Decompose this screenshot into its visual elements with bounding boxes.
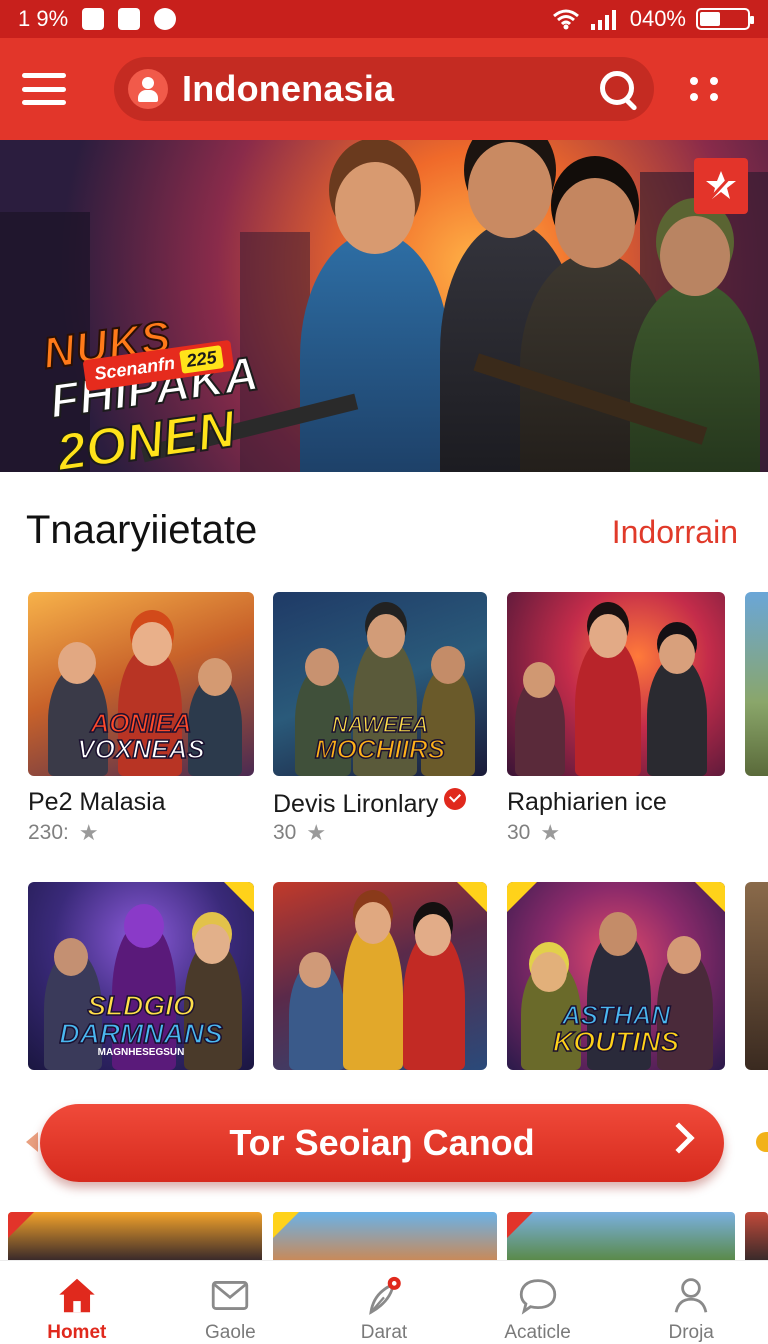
game-thumbnail[interactable]: AONIEA VOXNEAS [28, 592, 254, 776]
hero-tag-text: Scenanfn [93, 352, 177, 384]
hero-title: NUKS FHIPAKA 2ONEN [39, 298, 289, 472]
star-icon: ★ [540, 820, 561, 845]
game-thumbnail[interactable]: ASTHAN KOUTINS [507, 882, 725, 1070]
game-thumbnail[interactable]: SLDGIO DARMNANS MAGNHESEGSUN [28, 882, 254, 1070]
bottom-nav: Homet Gaole Darat Acaticle Droja [0, 1260, 768, 1344]
user-icon[interactable] [128, 69, 168, 109]
bookmark-star-icon[interactable] [694, 158, 748, 214]
game-card[interactable]: AONIEA VOXNEAS Pe2 Malasia 230: ★ [28, 592, 254, 845]
game-title[interactable]: Raphiarien ice [507, 788, 667, 817]
verified-icon [444, 788, 467, 810]
game-rating-value: 230: [28, 821, 69, 844]
signal-icon [590, 10, 616, 30]
notification-icon [82, 8, 105, 30]
nav-label: Droja [668, 1322, 714, 1343]
chevron-right-icon [663, 1122, 695, 1154]
section-see-all-link[interactable]: Indorrain [612, 514, 738, 551]
game-rating: 30 ★ [273, 820, 326, 846]
section-title: Tnaaryiietate [26, 508, 258, 552]
game-caption: ASTHAN KOUTINS [552, 1000, 680, 1057]
new-badge [457, 882, 487, 912]
status-time: 1 9% [18, 6, 69, 31]
nav-label: Homet [47, 1322, 107, 1343]
chat-bubble-icon [519, 1279, 556, 1315]
status-bar: 1 9% 040% [0, 0, 768, 38]
app-bar: Indonenasia [0, 38, 768, 140]
game-thumbnail-partial[interactable] [8, 1212, 262, 1260]
game-thumbnail-partial[interactable] [507, 1212, 735, 1260]
nav-label: Darat [360, 1322, 408, 1343]
game-thumbnail[interactable]: NAWEEA MOCHIIRS [273, 592, 487, 776]
new-badge [695, 882, 725, 912]
game-caption: AONIEA VOXNEAS [77, 708, 206, 764]
game-card[interactable] [273, 882, 487, 1070]
hot-badge [507, 882, 537, 912]
game-card[interactable]: Ba 110 [745, 592, 768, 776]
game-thumbnail[interactable] [507, 592, 725, 776]
game-caption: SLDGIO DARMNANS MAGNHESEGSUN [59, 990, 224, 1058]
game-rating-value: 30 [273, 821, 297, 844]
battery-icon [696, 8, 754, 30]
game-title[interactable]: Devis Lironlary [273, 788, 467, 819]
game-thumbnail-partial[interactable] [745, 1212, 768, 1260]
game-card[interactable]: ASTHAN KOUTINS [507, 882, 725, 1070]
game-card[interactable]: NAWEEA MOCHIIRS Devis Lironlary 30 ★ [273, 592, 487, 845]
app-screen: 1 9% 040% Indonenasia NUKS FHIPAKA 2ONEN… [0, 0, 768, 1344]
star-icon: ★ [78, 820, 99, 845]
cta-decoration [26, 1132, 38, 1152]
nav-item-write[interactable]: Darat [307, 1261, 461, 1344]
game-card[interactable]: Raphiarien ice 30 ★ [507, 592, 725, 845]
nav-item-mail[interactable]: Gaole [154, 1261, 308, 1344]
nav-item-home[interactable]: Homet [0, 1261, 154, 1344]
more-icon[interactable] [686, 69, 722, 109]
menu-icon[interactable] [20, 69, 68, 109]
game-rating: 30 ★ [507, 820, 560, 846]
wifi-icon [552, 9, 579, 30]
cta-button[interactable]: Tor Seoiaŋ Canod [40, 1104, 724, 1182]
game-thumbnail[interactable] [273, 882, 487, 1070]
profile-icon [674, 1278, 708, 1313]
game-title[interactable]: Pe2 Malasia [28, 788, 166, 817]
hero-tag-number: 225 [179, 345, 225, 374]
game-title-text: Devis Lironlary [273, 790, 439, 818]
game-rating: 230: ★ [28, 820, 99, 846]
shield-icon [118, 8, 141, 30]
game-rating-value: 30 [507, 821, 531, 844]
cta-decoration [756, 1132, 768, 1152]
nav-label: Acaticle [504, 1322, 571, 1343]
new-badge [224, 882, 254, 912]
game-thumbnail[interactable] [745, 592, 768, 776]
star-icon: ★ [306, 820, 327, 845]
game-caption: NAWEEA MOCHIIRS [314, 712, 446, 764]
nav-label: Gaole [205, 1322, 256, 1343]
game-card[interactable]: SLDGIO DARMNANS MAGNHESEGSUN [28, 882, 254, 1070]
search-icon[interactable] [596, 67, 640, 111]
emoji-icon [154, 8, 177, 30]
search-input[interactable]: Indonenasia [182, 68, 394, 110]
home-icon [59, 1278, 95, 1313]
game-thumbnail-partial[interactable] [273, 1212, 497, 1260]
hero-banner[interactable]: NUKS FHIPAKA 2ONEN Scenanfn 225 [0, 140, 768, 472]
game-thumbnail[interactable] [745, 882, 768, 1070]
nav-item-profile[interactable]: Droja [614, 1261, 768, 1344]
mail-icon [212, 1281, 249, 1310]
cta-label: Tor Seoiaŋ Canod [229, 1122, 535, 1163]
game-card[interactable] [745, 882, 768, 1070]
feather-pen-icon [369, 1276, 401, 1315]
battery-percent: 040% [629, 6, 686, 31]
search-bar[interactable]: Indonenasia [114, 57, 654, 121]
nav-item-chat[interactable]: Acaticle [461, 1261, 615, 1344]
